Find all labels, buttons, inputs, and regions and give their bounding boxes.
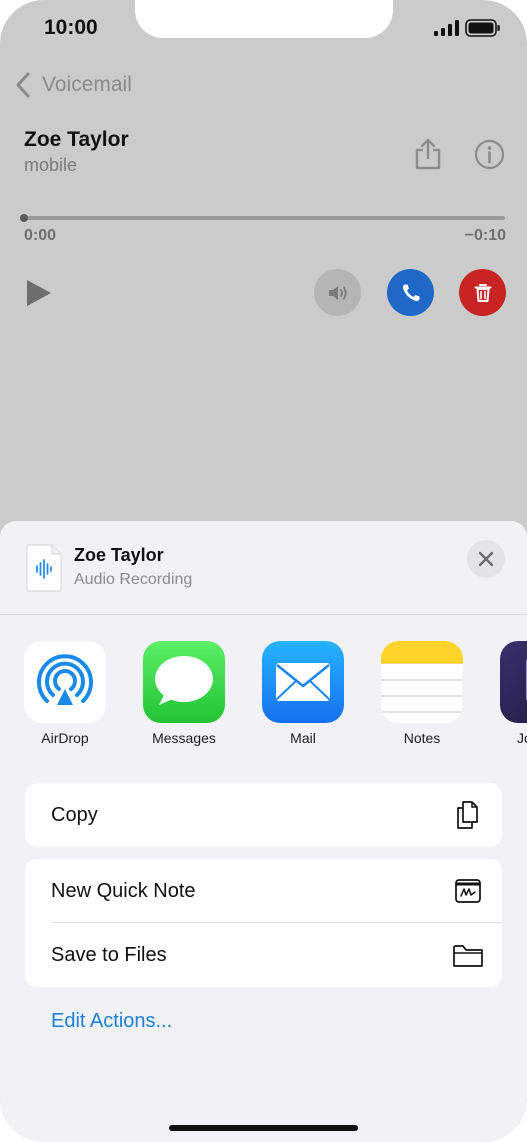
action-label: New Quick Note	[51, 879, 196, 902]
notch	[135, 0, 393, 38]
play-icon[interactable]	[25, 278, 53, 308]
notes-icon	[381, 641, 463, 723]
quick-note-icon	[455, 879, 481, 903]
share-sheet: Zoe Taylor Audio Recording AirDrop Messa…	[0, 521, 527, 1142]
airdrop-icon	[24, 641, 106, 723]
caller-number-type: mobile	[24, 155, 78, 175]
close-button[interactable]	[467, 540, 505, 578]
app-notes[interactable]: Notes	[372, 641, 472, 746]
app-label: Jo	[517, 730, 527, 746]
app-messages[interactable]: Messages	[134, 641, 234, 746]
playback-scrubber-thumb[interactable]	[20, 214, 28, 222]
speaker-icon	[328, 285, 347, 300]
mail-icon	[262, 641, 344, 723]
share-sheet-header: Zoe Taylor Audio Recording	[0, 521, 527, 614]
status-time: 10:00	[44, 16, 98, 39]
info-icon[interactable]	[474, 139, 505, 170]
app-label: Mail	[290, 730, 316, 746]
folder-icon	[453, 945, 483, 967]
chevron-left-icon	[16, 72, 30, 98]
share-icon[interactable]	[413, 138, 443, 170]
phone-icon	[402, 284, 419, 301]
shared-item-title: Zoe Taylor	[74, 545, 164, 565]
action-label: Save to Files	[51, 943, 167, 966]
trash-icon	[474, 283, 491, 302]
journal-icon	[500, 641, 527, 723]
app-mail[interactable]: Mail	[253, 641, 353, 746]
playback-scrubber[interactable]	[24, 216, 505, 220]
close-icon	[478, 551, 494, 567]
action-save-to-files[interactable]: Save to Files	[25, 923, 502, 987]
remaining-time: −0:10	[464, 227, 506, 244]
edit-actions-link[interactable]: Edit Actions...	[51, 1010, 172, 1033]
app-label: AirDrop	[41, 730, 89, 746]
home-indicator[interactable]	[169, 1125, 358, 1131]
action-copy[interactable]: Copy	[25, 783, 502, 847]
messages-icon	[143, 641, 225, 723]
audio-file-icon	[26, 544, 62, 592]
caller-name: Zoe Taylor	[24, 128, 129, 151]
shared-item-subtitle: Audio Recording	[74, 571, 193, 588]
action-label: Copy	[51, 803, 98, 826]
app-label: Notes	[403, 730, 441, 746]
back-label: Voicemail	[42, 73, 132, 96]
copy-icon	[457, 801, 478, 829]
action-new-quick-note[interactable]: New Quick Note	[25, 859, 502, 923]
share-apps-row[interactable]: AirDrop Messages Mail Notes J	[0, 641, 527, 751]
app-label: Messages	[152, 730, 216, 746]
speaker-button[interactable]	[314, 269, 361, 316]
action-group-files: New Quick Note Save to Files	[25, 859, 502, 987]
delete-button[interactable]	[459, 269, 506, 316]
action-group-copy: Copy	[25, 783, 502, 847]
phone-screen: 10:00 Voicemail Zoe Taylor mobile 0:00 −…	[0, 0, 527, 1142]
app-journal[interactable]: Jo	[491, 641, 527, 746]
battery-icon	[465, 19, 500, 37]
divider	[0, 614, 527, 615]
elapsed-time: 0:00	[24, 227, 57, 244]
back-button[interactable]: Voicemail	[14, 70, 132, 100]
cellular-signal-icon	[434, 20, 459, 36]
app-airdrop[interactable]: AirDrop	[15, 641, 115, 746]
call-back-button[interactable]	[387, 269, 434, 316]
